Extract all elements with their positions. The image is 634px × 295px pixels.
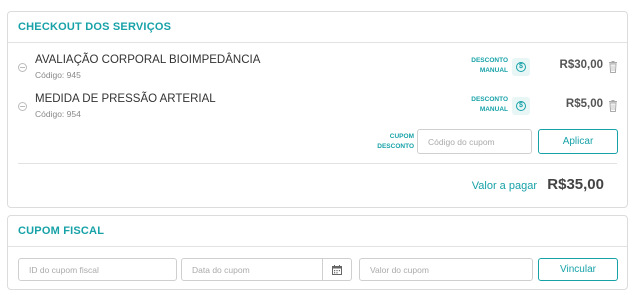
calendar-button[interactable] [322,258,352,281]
coupon-label-line1: CUPOM [389,133,414,140]
manual-discount-label-line2: MANUAL [479,67,508,74]
checkout-title: CHECKOUT DOS SERVIÇOS [18,21,172,33]
manual-discount-label: DESCONTO MANUAL [448,56,508,76]
checkout-card: CHECKOUT DOS SERVIÇOS AVALIAÇÃO CORPORAL… [7,11,628,208]
apply-coupon-button[interactable]: Aplicar [538,129,618,154]
manual-discount-button[interactable]: $ [512,58,530,76]
fiscal-header: CUPOM FISCAL [8,216,627,247]
manual-discount-label-line1: DESCONTO [471,57,508,64]
calendar-icon [332,264,342,275]
manual-discount-label-line1: DESCONTO [471,96,508,103]
service-item: MEDIDA DE PRESSÃO ARTERIAL Código: 954 D… [8,92,627,122]
manual-discount-button[interactable]: $ [512,97,530,115]
fiscal-id-input[interactable] [18,258,177,281]
manual-discount-label: DESCONTO MANUAL [448,95,508,115]
fiscal-date-input[interactable] [181,258,323,281]
link-fiscal-button[interactable]: Vincular [538,258,618,281]
fiscal-value-input[interactable] [359,258,533,281]
service-item: AVALIAÇÃO CORPORAL BIOIMPEDÂNCIA Código:… [8,53,627,83]
checkout-header: CHECKOUT DOS SERVIÇOS [8,12,627,43]
coupon-discount-label: CUPOM DESCONTO [368,132,414,152]
total-value: R$35,00 [547,176,604,193]
coupon-code-input[interactable] [417,129,532,154]
total-label: Valor a pagar [471,180,537,192]
minus-circle-icon[interactable] [18,102,27,111]
service-name: AVALIAÇÃO CORPORAL BIOIMPEDÂNCIA [35,54,261,66]
coin-icon: $ [516,62,526,72]
fiscal-coupon-card: CUPOM FISCAL Vincular [7,215,628,290]
service-price: R$5,00 [565,98,603,110]
service-name: MEDIDA DE PRESSÃO ARTERIAL [35,93,216,105]
coupon-label-line2: DESCONTO [377,143,414,150]
minus-circle-icon[interactable] [18,63,27,72]
fiscal-title: CUPOM FISCAL [18,225,105,237]
service-code: Código: 954 [35,109,81,119]
service-price: R$30,00 [559,59,603,71]
trash-icon[interactable] [608,100,618,112]
manual-discount-label-line2: MANUAL [479,106,508,113]
service-code: Código: 945 [35,70,81,80]
trash-icon[interactable] [608,61,618,73]
divider [18,163,617,164]
coin-icon: $ [516,101,526,111]
